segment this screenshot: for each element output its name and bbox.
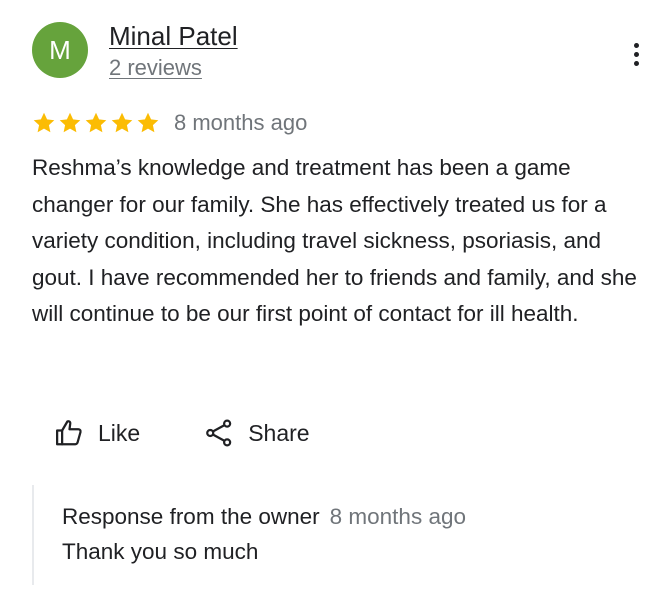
star-icon	[136, 111, 160, 135]
owner-response-text: Thank you so much	[62, 539, 259, 564]
star-icon	[32, 111, 56, 135]
owner-response-header: Response from the owner 8 months ago	[62, 502, 642, 532]
like-label: Like	[98, 419, 141, 446]
like-button[interactable]: Like	[54, 418, 140, 448]
avatar-initial: M	[49, 34, 71, 65]
star-icon	[110, 111, 134, 135]
review-count-link[interactable]: 2 reviews	[109, 54, 238, 82]
thumbs-up-icon	[54, 418, 84, 448]
author-info: Minal Patel 2 reviews	[109, 20, 238, 82]
author-name-link[interactable]: Minal Patel	[109, 20, 238, 52]
star-rating	[32, 111, 160, 135]
review-actions: Like Share	[54, 418, 310, 448]
review-time: 8 months ago	[174, 110, 308, 135]
star-icon	[58, 111, 82, 135]
star-icon	[84, 111, 108, 135]
owner-response-label: Response from the owner	[62, 504, 320, 529]
owner-response-time: 8 months ago	[329, 504, 466, 529]
share-icon	[204, 418, 234, 448]
share-label: Share	[248, 419, 310, 446]
review-header: M Minal Patel 2 reviews	[32, 20, 238, 82]
vertical-dots-icon	[633, 42, 639, 66]
avatar[interactable]: M	[32, 22, 88, 78]
review-text: Reshma’s knowledge and treatment has bee…	[32, 155, 637, 327]
review-card: M Minal Patel 2 reviews 8 months ago Res…	[0, 0, 659, 595]
more-options-button[interactable]	[620, 36, 652, 72]
rating-row: 8 months ago	[32, 110, 307, 136]
owner-response: Response from the owner 8 months ago Than…	[32, 485, 642, 585]
share-button[interactable]: Share	[204, 418, 310, 448]
